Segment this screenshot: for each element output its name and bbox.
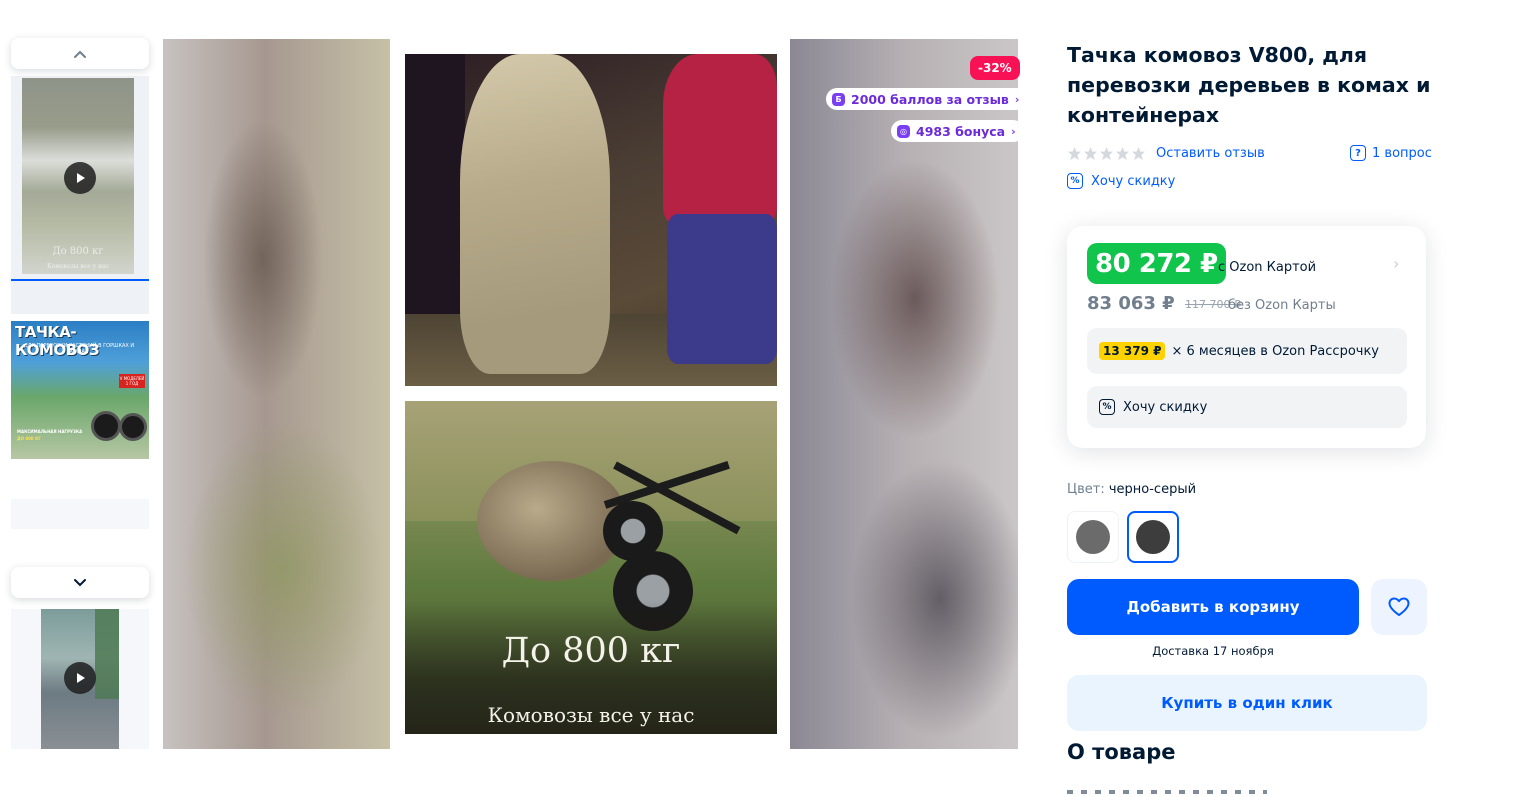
photo-caption: До 800 кг	[501, 631, 681, 671]
question-icon: ?	[1350, 145, 1366, 161]
percent-icon: %	[1067, 173, 1083, 189]
installment-option[interactable]: 13 379 ₽ × 6 месяцев в Ozon Рассрочку	[1087, 328, 1407, 374]
color-value: черно-серый	[1108, 482, 1197, 497]
want-discount-button[interactable]: % Хочу скидку	[1087, 386, 1407, 428]
favorite-button[interactable]	[1371, 579, 1427, 635]
star-icon	[1083, 146, 1098, 160]
about-product-heading: О товаре	[1067, 740, 1176, 764]
bonus-points-icon: Б	[832, 92, 845, 106]
leave-review-link[interactable]: Оставить отзыв	[1156, 146, 1265, 161]
questions-link[interactable]: ? 1 вопрос	[1350, 144, 1432, 162]
discount-badge: -32%	[970, 56, 1020, 80]
person-figure	[667, 214, 777, 364]
chevron-down-icon	[74, 578, 86, 586]
person-figure	[663, 54, 777, 224]
thumbnail-footer: МАКСИМАЛЬНАЯ НАГРУЗКА	[17, 429, 83, 434]
gallery-main-photo-bottom[interactable]: До 800 кг Комовозы все у нас	[405, 401, 777, 734]
wheel-shape	[119, 413, 147, 441]
star-icon	[1067, 146, 1082, 160]
ozon-card-price[interactable]: 80 272 ₽	[1087, 243, 1226, 284]
thumbnail-strip: До 800 кг Комовозы все у нас ТАЧКА-КОМОВ…	[11, 38, 149, 750]
star-icon	[1115, 146, 1130, 160]
want-discount-label: Хочу скидку	[1091, 173, 1176, 189]
chevron-right-icon[interactable]: ›	[1393, 254, 1399, 273]
thumbnails-scroll-down-button[interactable]	[11, 567, 149, 598]
thumbnail-image-detail	[95, 609, 119, 699]
gallery-blurred-background-right	[790, 39, 1018, 749]
ozon-card-price-label: с Ozon Картой	[1218, 260, 1317, 275]
rating-stars	[1067, 146, 1146, 161]
product-title: Тачка комовоз V800, для перевозки деревь…	[1067, 43, 1431, 127]
thumbnail-caption: До 800 кг	[52, 246, 104, 257]
color-label: Цвет: черно-серый	[1067, 482, 1197, 497]
rating-row: Оставить отзыв	[1067, 144, 1265, 162]
person-figure	[460, 54, 610, 374]
installment-text: × 6 месяцев в Ozon Рассрочку	[1171, 343, 1380, 359]
thumbnail-footer-value: ДО 800 КГ	[17, 436, 41, 441]
thumbnails-scroll-up-button[interactable]	[11, 38, 149, 69]
thumbnail-subtitle: ДЛЯ ПЕРЕВОЗКИ РАСТЕНИЙ В ГОРШКАХ И КОМАХ	[23, 343, 135, 355]
percent-icon: %	[1099, 399, 1115, 415]
want-discount-link[interactable]: % Хочу скидку	[1067, 172, 1175, 190]
gallery-blurred-background-left	[163, 39, 390, 749]
star-icon	[1099, 146, 1114, 160]
heart-icon	[1388, 597, 1410, 616]
thumbnail-active-indicator	[11, 279, 149, 281]
color-swatch-dark-gray-selected[interactable]	[1127, 511, 1179, 563]
chevron-right-icon: ›	[1014, 92, 1020, 106]
questions-link-label: 1 вопрос	[1372, 145, 1432, 161]
color-swatch-circle	[1136, 520, 1170, 554]
chevron-right-icon: ›	[1011, 124, 1016, 138]
buy-one-click-button[interactable]: Купить в один клик	[1067, 675, 1427, 731]
add-to-cart-button[interactable]: Добавить в корзину	[1067, 579, 1359, 635]
color-swatch-circle	[1076, 520, 1110, 554]
reviews-bonus-badge[interactable]: Б 2000 баллов за отзыв ›	[826, 88, 1028, 110]
reviews-bonus-text: 2000 баллов за отзыв	[851, 91, 1009, 107]
bonus-badge[interactable]: ◎ 4983 бонуса ›	[891, 120, 1024, 142]
installment-price: 13 379 ₽	[1099, 342, 1166, 360]
play-icon	[64, 662, 96, 694]
bonus-text: 4983 бонуса	[916, 123, 1006, 139]
color-swatch-gray[interactable]	[1067, 511, 1119, 563]
delivery-date: Доставка 17 ноября	[1152, 644, 1274, 658]
coin-icon: ◎	[897, 124, 910, 138]
photo-subcaption: Комовозы все у нас	[487, 703, 695, 727]
price-card: 80 272 ₽ с Ozon Картой › 83 063 ₽ 117 70…	[1067, 226, 1426, 448]
thumbnail-caption-small: Комовозы все у нас	[46, 263, 110, 270]
want-discount-button-label: Хочу скидку	[1123, 399, 1208, 415]
thumbnail-3[interactable]	[11, 499, 149, 529]
thumbnail-tag: V МОДЕЛЕЙ 1 ГОД	[119, 374, 145, 388]
about-text-cutoff	[1067, 790, 1267, 794]
star-icon	[1131, 146, 1146, 160]
regular-price: 83 063 ₽	[1087, 293, 1175, 314]
thumbnail-video-4[interactable]	[11, 609, 149, 749]
gallery-main-photo-top[interactable]	[405, 54, 777, 386]
thumbnail-image-2[interactable]: ТАЧКА-КОМОВОЗ ДЛЯ ПЕРЕВОЗКИ РАСТЕНИЙ В Г…	[11, 321, 149, 459]
regular-price-label: без Ozon Карты	[1228, 298, 1336, 313]
chevron-up-icon	[74, 50, 86, 58]
play-icon	[64, 162, 96, 194]
